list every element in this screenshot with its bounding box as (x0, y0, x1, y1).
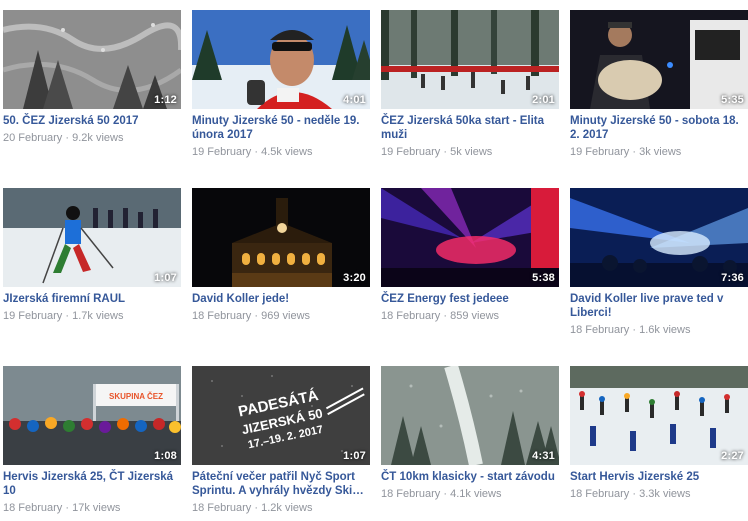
video-duration: 4:31 (532, 450, 555, 462)
video-meta: 18 February · 4.1k views (381, 488, 502, 500)
video-duration: 1:07 (154, 272, 177, 284)
video-card[interactable]: 5:35 Minuty Jizerské 50 - sobota 18. 2. … (570, 10, 748, 159)
video-card[interactable]: 5:38 ČEZ Energy fest jedeee 18 February … (381, 188, 561, 323)
video-thumbnail[interactable]: 4:31 (381, 366, 559, 465)
video-duration: 2:27 (721, 450, 744, 462)
video-thumbnail[interactable]: 2:01 (381, 10, 559, 109)
video-thumbnail[interactable]: SKUPINA ČEZ 1:08 (3, 366, 181, 465)
video-duration: 1:08 (154, 450, 177, 462)
video-duration: 1:12 (154, 94, 177, 106)
video-duration: 2:01 (532, 94, 555, 106)
video-card[interactable]: 7:36 David Koller live prave ted v Liber… (570, 188, 748, 337)
video-date: 18 February (381, 310, 441, 322)
video-card[interactable]: 2:27 Start Hervis Jizerské 25 18 Februar… (570, 366, 748, 501)
video-meta: 18 February · 859 views (381, 310, 500, 322)
video-views: 4.1k views (450, 488, 502, 500)
video-title-link[interactable]: ČEZ Energy fest jedeee (381, 292, 561, 306)
video-thumbnail[interactable]: 1:12 (3, 10, 181, 109)
video-date: 18 February (570, 324, 630, 336)
video-meta: 20 February · 9.2k views (3, 132, 124, 144)
video-card[interactable]: 2:01 ČEZ Jizerská 50ka start - Elita muž… (381, 10, 561, 159)
video-card[interactable]: 4:31 ČT 10km klasicky - start závodu 18 … (381, 366, 561, 501)
video-meta: 18 February · 1.2k views (192, 502, 313, 514)
video-card[interactable]: PADESÁTÁ JIZERSKÁ 50 17.–19. 2. 2017 1:0… (192, 366, 372, 515)
video-date: 18 February (3, 502, 63, 514)
video-views: 1.7k views (72, 310, 124, 322)
video-title-link[interactable]: David Koller jede! (192, 292, 372, 306)
video-card[interactable]: 1:07 JIzerská firemní RAUL 19 February ·… (3, 188, 183, 323)
video-title-link[interactable]: Start Hervis Jizerské 25 (570, 470, 748, 484)
video-title-link[interactable]: Páteční večer patřil Nyč Sport Sprintu. … (192, 470, 372, 498)
video-views: 1.6k views (639, 324, 691, 336)
video-thumbnail[interactable]: PADESÁTÁ JIZERSKÁ 50 17.–19. 2. 2017 1:0… (192, 366, 370, 465)
video-thumbnail[interactable]: 7:36 (570, 188, 748, 287)
video-duration: 7:36 (721, 272, 744, 284)
video-meta: 18 February · 3.3k views (570, 488, 691, 500)
video-date: 18 February (570, 488, 630, 500)
video-views: 859 views (450, 310, 500, 322)
video-views: 3.3k views (639, 488, 691, 500)
video-thumbnail[interactable]: 3:20 (192, 188, 370, 287)
video-card[interactable]: 3:20 David Koller jede! 18 February · 96… (192, 188, 372, 323)
video-title-link[interactable]: ČEZ Jizerská 50ka start - Elita muži (381, 114, 561, 142)
video-views: 4.5k views (261, 146, 313, 158)
video-title-link[interactable]: Hervis Jizerská 25, ČT Jizerská 10 (3, 470, 183, 498)
video-title-link[interactable]: Minuty Jizerské 50 - neděle 19. února 20… (192, 114, 372, 142)
video-meta: 18 February · 17k views (3, 502, 121, 514)
video-thumbnail[interactable]: 4:01 (192, 10, 370, 109)
video-title-link[interactable]: Minuty Jizerské 50 - sobota 18. 2. 2017 (570, 114, 748, 142)
video-meta: 18 February · 1.6k views (570, 324, 691, 336)
video-card[interactable]: 4:01 Minuty Jizerské 50 - neděle 19. úno… (192, 10, 372, 159)
video-meta: 18 February · 969 views (192, 310, 311, 322)
video-thumbnail[interactable]: 5:38 (381, 188, 559, 287)
video-meta: 19 February · 4.5k views (192, 146, 313, 158)
video-views: 9.2k views (72, 132, 124, 144)
video-duration: 1:07 (343, 450, 366, 462)
video-views: 969 views (261, 310, 311, 322)
video-duration: 4:01 (343, 94, 366, 106)
video-grid: 1:12 50. ČEZ Jizerská 50 2017 20 Februar… (0, 0, 748, 521)
video-date: 19 February (381, 146, 441, 158)
video-title-link[interactable]: JIzerská firemní RAUL (3, 292, 183, 306)
video-date: 18 February (381, 488, 441, 500)
video-views: 17k views (72, 502, 121, 514)
video-views: 5k views (450, 146, 493, 158)
video-meta: 19 February · 1.7k views (3, 310, 124, 322)
video-meta: 19 February · 3k views (570, 146, 682, 158)
video-duration: 5:35 (721, 94, 744, 106)
video-views: 1.2k views (261, 502, 313, 514)
video-card[interactable]: SKUPINA ČEZ 1:08 Hervis Jizerská 25, ČT … (3, 366, 183, 515)
video-date: 19 February (192, 146, 252, 158)
video-views: 3k views (639, 146, 682, 158)
video-duration: 3:20 (343, 272, 366, 284)
video-date: 18 February (192, 310, 252, 322)
video-thumbnail[interactable]: 1:07 (3, 188, 181, 287)
video-duration: 5:38 (532, 272, 555, 284)
video-date: 18 February (192, 502, 252, 514)
video-title-link[interactable]: David Koller live prave ted v Liberci! (570, 292, 748, 320)
video-card[interactable]: 1:12 50. ČEZ Jizerská 50 2017 20 Februar… (3, 10, 183, 145)
video-date: 20 February (3, 132, 63, 144)
video-date: 19 February (570, 146, 630, 158)
video-title-link[interactable]: ČT 10km klasicky - start závodu (381, 470, 561, 484)
video-title-link[interactable]: 50. ČEZ Jizerská 50 2017 (3, 114, 183, 128)
video-date: 19 February (3, 310, 63, 322)
video-meta: 19 February · 5k views (381, 146, 493, 158)
skupina-cez-sign: SKUPINA ČEZ (109, 392, 163, 401)
video-thumbnail[interactable]: 2:27 (570, 366, 748, 465)
video-thumbnail[interactable]: 5:35 (570, 10, 748, 109)
